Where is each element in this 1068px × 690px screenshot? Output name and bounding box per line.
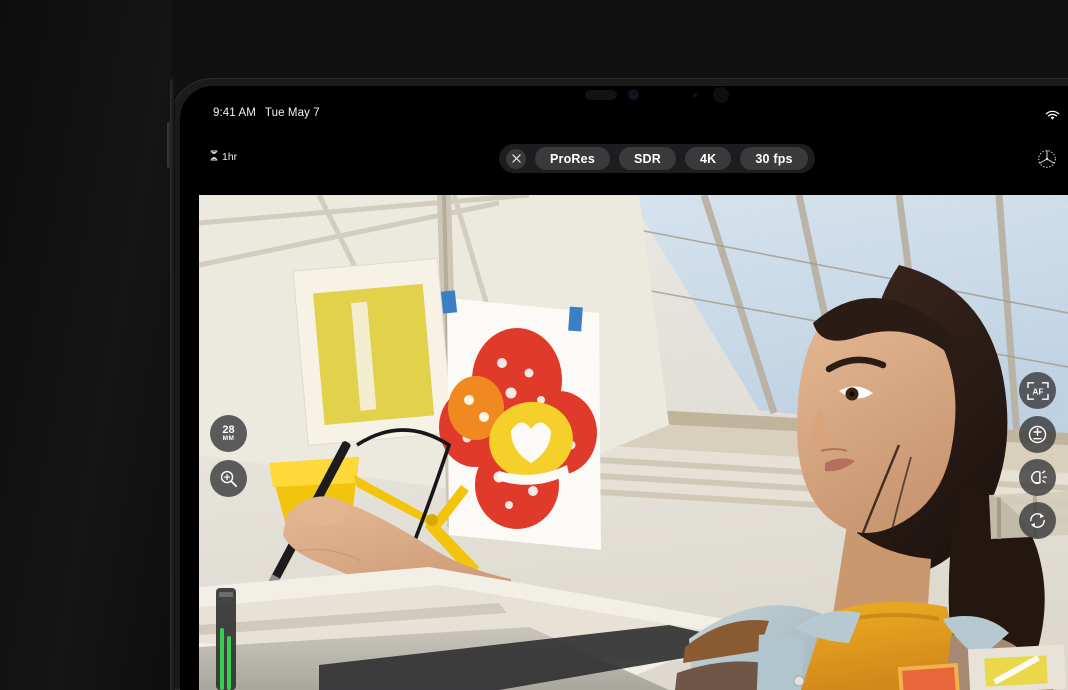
- ambient-light-sensor: [693, 93, 697, 97]
- lens-focal-unit: MM: [222, 434, 235, 442]
- light-button[interactable]: [1019, 459, 1056, 496]
- svg-text:AF: AF: [1032, 387, 1043, 396]
- hourglass-icon: [210, 150, 218, 164]
- remaining-time-label: 1hr: [222, 151, 238, 163]
- audio-meter-grip: [219, 592, 233, 597]
- front-camera-icon: [630, 91, 637, 98]
- exposure-button[interactable]: [1019, 416, 1056, 453]
- device-left-edge: [170, 78, 175, 690]
- bezel-sensor-row: [585, 87, 745, 103]
- rotate-button[interactable]: [1019, 502, 1056, 539]
- exposure-plus-minus-icon: [1028, 425, 1047, 444]
- zoom-button[interactable]: [210, 460, 247, 497]
- device-side-button[interactable]: [167, 122, 171, 168]
- status-time: 9:41 AM: [213, 107, 256, 119]
- settings-button[interactable]: [1036, 148, 1058, 170]
- codec-pill-label: ProRes: [550, 151, 595, 166]
- af-bracket-icon: AF: [1026, 381, 1049, 400]
- screenshot-root: 9:41 AM Tue May 7 1hr ProRes SDR 4K 30 f…: [0, 0, 1068, 690]
- audio-meter-bar-right: [227, 636, 231, 690]
- status-bar: 9:41 AM Tue May 7: [213, 107, 320, 119]
- wall-art-floral: [439, 290, 601, 550]
- camera-viewfinder[interactable]: [199, 195, 1068, 690]
- close-button[interactable]: [506, 148, 526, 169]
- wall-art-yellow: [292, 257, 454, 446]
- magnifier-zoom-icon: [220, 470, 237, 487]
- audio-meter-bar-left: [220, 628, 224, 690]
- resolution-pill-label: 4K: [699, 151, 717, 166]
- codec-pill[interactable]: ProRes: [535, 147, 610, 170]
- resolution-pill[interactable]: 4K: [684, 147, 732, 170]
- remaining-capture-time: 1hr: [210, 150, 237, 164]
- dynamic-range-pill[interactable]: SDR: [618, 147, 676, 170]
- speaker-grille: [585, 90, 617, 100]
- capture-settings-pillbar: ProRes SDR 4K 30 fps: [499, 144, 815, 173]
- status-bar-right: [1045, 108, 1060, 126]
- backdrop-left-panel: [0, 0, 172, 690]
- wifi-icon: [1045, 108, 1060, 126]
- dynamic-range-pill-label: SDR: [633, 151, 661, 166]
- status-date: Tue May 7: [264, 107, 320, 119]
- framerate-pill[interactable]: 30 fps: [740, 147, 808, 170]
- lamp-light-icon: [1030, 470, 1047, 485]
- aperture-settings-icon: [1038, 150, 1056, 168]
- lidar-sensor-icon: [713, 87, 729, 103]
- autofocus-button[interactable]: AF: [1019, 372, 1056, 409]
- lens-focal-button[interactable]: 28 MM: [210, 415, 247, 452]
- framerate-pill-label: 30 fps: [755, 151, 793, 166]
- close-icon: [511, 154, 521, 163]
- viewfinder-scene: [199, 195, 1068, 690]
- rotate-arrows-icon: [1030, 513, 1045, 528]
- audio-level-meter[interactable]: [216, 588, 236, 690]
